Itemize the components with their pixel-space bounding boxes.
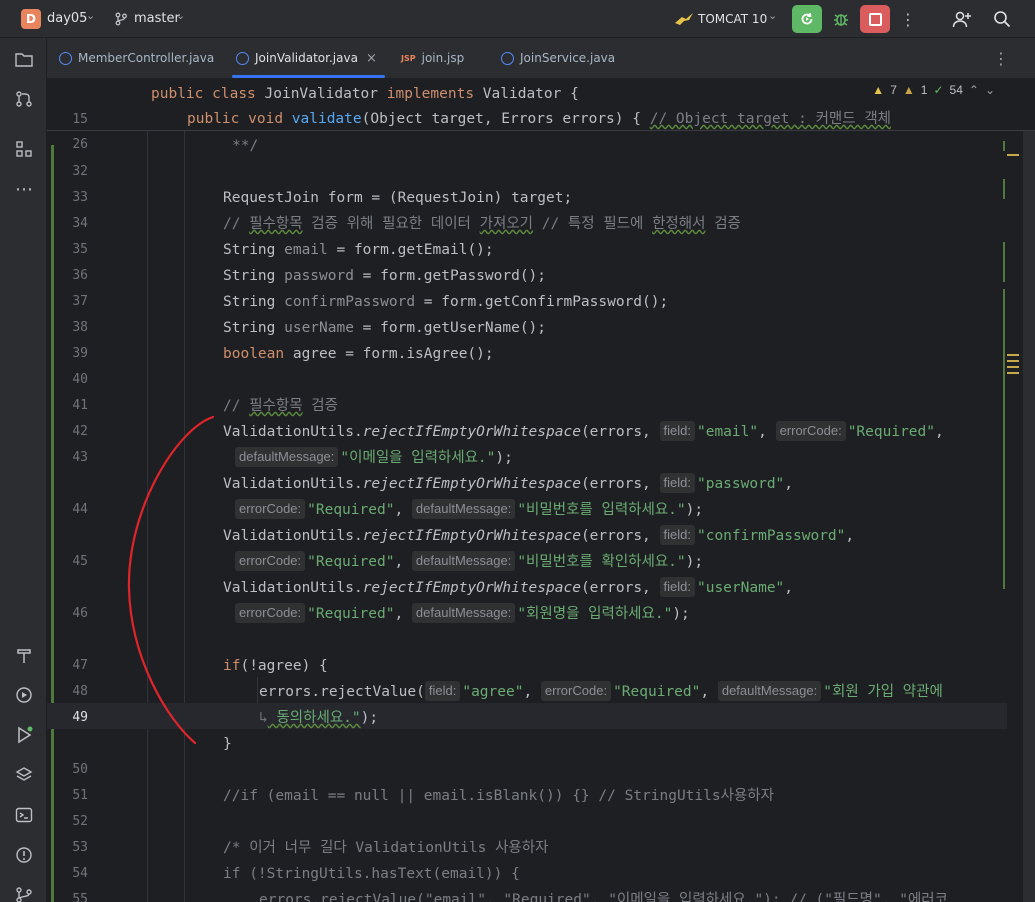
search-icon[interactable] xyxy=(990,8,1014,30)
param-hint: errorCode: xyxy=(235,499,306,519)
build-hammer-icon[interactable] xyxy=(13,644,35,666)
red-annotation-curve xyxy=(127,415,215,745)
scroll-warning-marker xyxy=(1007,372,1019,374)
scroll-change-marker xyxy=(1003,141,1005,151)
more-tools-icon[interactable]: ⋯ xyxy=(13,178,35,200)
problems-icon[interactable] xyxy=(13,844,35,866)
layers-icon[interactable] xyxy=(13,764,35,786)
tab-join-validator[interactable]: JoinValidator.java × xyxy=(232,38,385,78)
services-icon[interactable] xyxy=(13,684,35,706)
code-line: 53 xyxy=(72,840,88,855)
code-line: 32 **/ xyxy=(72,138,259,179)
project-name[interactable]: day05 xyxy=(47,11,87,26)
scroll-warning-marker xyxy=(1007,366,1019,368)
project-badge[interactable]: D xyxy=(21,9,41,29)
param-hint: field: xyxy=(659,421,695,441)
chevron-down-icon: ⌄ xyxy=(984,83,995,97)
code-line: 36 String email = form.getEmail(); xyxy=(72,242,494,283)
git-icon[interactable] xyxy=(13,884,35,902)
stop-button[interactable] xyxy=(860,5,890,33)
tab-join-jsp[interactable]: JSP join.jsp xyxy=(401,38,464,78)
code-line: 26 public void validate(Object target, E… xyxy=(72,111,892,152)
sticky-lines: 15 public class JoinValidator implements… xyxy=(47,79,1035,152)
param-hint: defaultMessage: xyxy=(717,681,822,701)
scroll-warning-marker xyxy=(1007,360,1019,362)
code-line: 34 RequestJoin form = (RequestJoin) targ… xyxy=(72,190,573,231)
param-hint: field: xyxy=(659,577,695,597)
warning-icon: ▲ xyxy=(872,83,885,97)
commit-icon[interactable] xyxy=(13,88,35,110)
code-line: 41 xyxy=(72,398,88,413)
stop-icon xyxy=(868,12,882,26)
bug-icon xyxy=(834,14,848,26)
project-chevron-down-icon[interactable]: ⌄ xyxy=(86,9,95,22)
add-user-icon[interactable] xyxy=(950,8,974,30)
code-line: 54 /* 이거 너무 길다 ValidationUtils 사용하자 xyxy=(72,840,549,881)
code-line: errors.rejectValue("email", "Required", … xyxy=(259,892,948,902)
weak-warning-icon: ▲ xyxy=(902,83,915,97)
chevron-up-icon: ⌃ xyxy=(968,83,979,97)
param-hint: field: xyxy=(659,525,695,545)
code-line: 39 String userName = form.getUserName(); xyxy=(72,320,547,361)
code-line: 51 xyxy=(72,788,88,803)
param-hint: defaultMessage: xyxy=(411,603,516,623)
code-line: 15 public class JoinValidator implements… xyxy=(72,86,579,127)
code-line: 35 // 필수항목 검증 위해 필요한 데이터 가져오기 // 특정 필드에 … xyxy=(72,216,741,257)
code-line: 55 if (!StringUtils.hasText(email)) { xyxy=(72,866,520,902)
run-config-chevron-down-icon[interactable]: ⌄ xyxy=(768,9,777,22)
java-class-icon xyxy=(236,51,249,65)
scroll-change-marker xyxy=(1003,179,1005,199)
tab-member-controller[interactable]: MemberController.java xyxy=(59,38,214,78)
run-config-name[interactable]: TOMCAT 10 xyxy=(698,12,767,26)
structure-icon[interactable] xyxy=(13,138,35,160)
param-hint: errorCode: xyxy=(775,421,846,441)
run-icon[interactable] xyxy=(13,724,35,746)
terminal-icon[interactable] xyxy=(13,804,35,826)
folder-icon[interactable] xyxy=(13,48,35,70)
param-hint: defaultMessage: xyxy=(411,551,516,571)
right-tool-strip xyxy=(1023,79,1035,902)
scroll-change-marker xyxy=(1003,242,1005,282)
inspection-indicators[interactable]: ▲ 7 ▲ 1 ✓ 54 ⌃ ⌄ xyxy=(872,83,995,97)
param-hint: defaultMessage: xyxy=(411,499,516,519)
branch-name[interactable]: master xyxy=(134,11,180,26)
scroll-warning-marker xyxy=(1007,154,1019,156)
rerun-icon xyxy=(801,12,813,25)
code-editor[interactable]: 15 public class JoinValidator implements… xyxy=(47,79,1035,902)
close-icon[interactable]: × xyxy=(366,51,377,66)
left-tool-strip: ⋯ xyxy=(0,38,47,902)
param-hint: errorCode: xyxy=(235,551,306,571)
param-hint: errorCode: xyxy=(235,603,306,623)
param-hint: defaultMessage: xyxy=(235,447,339,467)
code-line: 38 String confirmPassword = form.getConf… xyxy=(72,294,669,335)
branch-icon xyxy=(109,8,133,30)
param-hint: field: xyxy=(659,473,695,493)
editor-tabs: MemberController.java JoinValidator.java… xyxy=(47,38,1035,79)
param-hint: errorCode: xyxy=(540,681,612,701)
java-class-icon xyxy=(501,51,514,65)
code-line: 33 xyxy=(72,190,88,205)
title-bar: D day05 ⌄ master ⌄ TOMCAT 10 ⌄ ⋮ xyxy=(0,0,1035,38)
soft-wrap-icon: ↳ xyxy=(259,710,268,726)
code-line: 52 //if (email == null || email.isBlank(… xyxy=(72,788,774,829)
scroll-change-marker xyxy=(1003,289,1005,589)
rerun-button[interactable] xyxy=(792,5,822,33)
scroll-warning-marker xyxy=(1007,354,1019,356)
java-class-icon xyxy=(59,51,72,65)
tomcat-icon xyxy=(672,8,696,30)
typo-check-icon: ✓ xyxy=(933,83,944,97)
jsp-file-icon: JSP xyxy=(401,53,416,63)
tab-more-icon[interactable]: ⋮ xyxy=(993,49,1009,68)
tab-join-service[interactable]: JoinService.java xyxy=(501,38,615,78)
debug-button[interactable] xyxy=(826,5,856,33)
code-line: 40 boolean agree = form.isAgree(); xyxy=(72,346,494,387)
param-hint: field: xyxy=(424,681,461,701)
code-line: 37 String password = form.getPassword(); xyxy=(72,268,547,309)
branch-chevron-down-icon[interactable]: ⌄ xyxy=(176,9,185,22)
more-actions-icon[interactable]: ⋮ xyxy=(896,8,920,30)
